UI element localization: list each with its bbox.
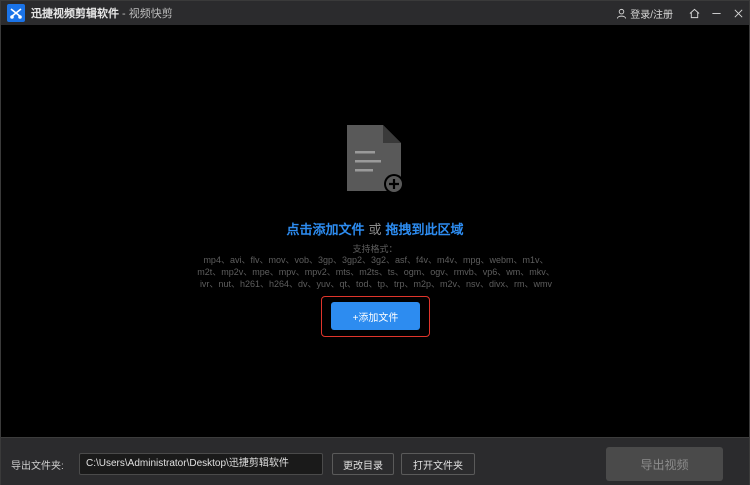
drop-prompt: 点击添加文件或拖拽到此区域 xyxy=(1,219,749,238)
formats-line: mp4、avi、flv、mov、vob、3gp、3gp2、3g2、asf、f4v… xyxy=(203,255,549,265)
export-path-field[interactable]: C:\Users\Administrator\Desktop\迅捷剪辑软件 xyxy=(79,453,323,475)
or-label: 或 xyxy=(368,222,382,237)
export-folder-label: 导出文件夹: xyxy=(11,461,64,472)
add-file-icon xyxy=(347,125,404,194)
file-drop-zone[interactable]: 点击添加文件或拖拽到此区域 支持格式： mp4、avi、flv、mov、vob、… xyxy=(1,25,749,435)
open-folder-button[interactable]: 打开文件夹 xyxy=(401,453,475,475)
formats-line: m2t、mp2v、mpe、mpv、mpv2、mts、m2ts、ts、ogm、og… xyxy=(197,267,555,277)
minimize-icon xyxy=(711,12,721,14)
title-separator: - xyxy=(119,8,129,20)
click-add-file-link[interactable]: 点击添加文件 xyxy=(286,222,364,237)
login-label: 登录/注册 xyxy=(630,9,673,21)
app-name: 迅捷视频剪辑软件 xyxy=(31,8,119,20)
bottom-bar: 导出文件夹: C:\Users\Administrator\Desktop\迅捷… xyxy=(1,437,749,485)
minimize-button[interactable] xyxy=(705,1,727,25)
close-button[interactable] xyxy=(727,1,749,25)
home-icon xyxy=(689,8,699,18)
close-icon xyxy=(734,9,742,17)
app-window: 迅捷视频剪辑软件 - 视频快剪 登录/注册 点击添加文件 或 拖拽到此区域 支持… xyxy=(0,0,750,485)
mode-name: 视频快剪 xyxy=(128,8,173,20)
home-button[interactable] xyxy=(683,1,705,25)
supported-formats-list: mp4、avi、flv、mov、vob、3gp、3gp2、3g2、asf、f4v… xyxy=(176,254,576,290)
title-bar: 迅捷视频剪辑软件 - 视频快剪 登录/注册 xyxy=(1,1,749,25)
export-video-button[interactable]: 导出视频 xyxy=(606,447,723,481)
formats-line: ivr、nut、h261、h264、dv、yuv、qt、tod、tp、trp、m… xyxy=(199,279,553,289)
app-logo-icon xyxy=(7,4,25,22)
change-directory-button[interactable]: 更改目录 xyxy=(332,453,394,475)
add-file-button[interactable]: +添加文件 xyxy=(331,302,420,330)
login-register-link[interactable]: 登录/注册 xyxy=(616,6,673,21)
user-icon xyxy=(617,8,627,19)
drag-here-label: 拖拽到此区域 xyxy=(385,222,464,237)
app-title: 迅捷视频剪辑软件 - 视频快剪 xyxy=(31,5,173,21)
